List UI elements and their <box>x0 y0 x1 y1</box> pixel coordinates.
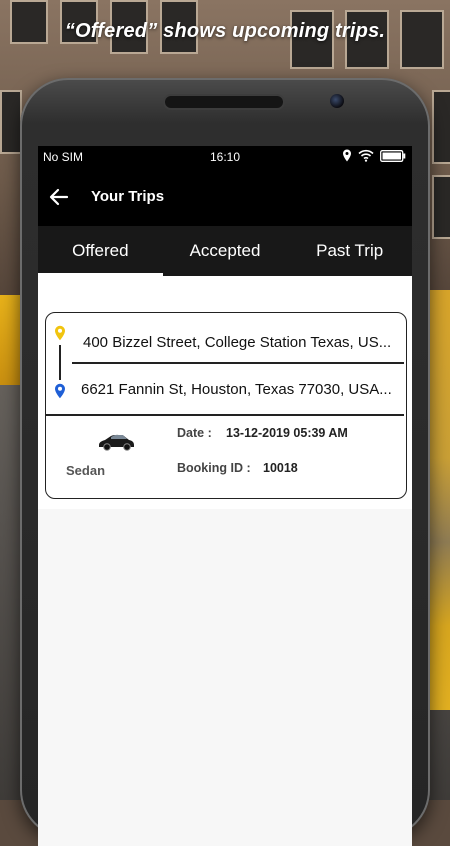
carrier-label: No SIM <box>43 150 84 164</box>
phone-speaker <box>165 96 283 108</box>
route-connector <box>59 345 61 380</box>
details-divider <box>46 414 404 416</box>
tab-accepted[interactable]: Accepted <box>163 226 288 276</box>
clock: 16:10 <box>210 150 241 164</box>
app-screen: No SIM 16:10 Your Trips Offered Accepted… <box>38 146 412 846</box>
dropoff-address: 6621 Fannin St, Houston, Texas 77030, US… <box>81 381 392 398</box>
page-title: Your Trips <box>91 188 165 205</box>
booking-id-label: Booking ID : <box>177 461 251 475</box>
trip-list: 400 Bizzel Street, College Station Texas… <box>38 276 412 846</box>
sedan-car-icon <box>99 434 134 451</box>
back-arrow-icon[interactable] <box>46 184 72 210</box>
date-label: Date : <box>177 426 212 440</box>
trip-tabs: Offered Accepted Past Trip <box>38 226 412 276</box>
wifi-icon <box>358 149 374 162</box>
tab-offered[interactable]: Offered <box>38 226 163 276</box>
promo-caption: “Offered” shows upcoming trips. <box>64 20 386 42</box>
phone-frame: No SIM 16:10 Your Trips Offered Accepted… <box>20 78 430 846</box>
date-value: 13-12-2019 05:39 AM <box>226 426 348 440</box>
list-background <box>38 509 412 846</box>
phone-camera <box>330 94 344 108</box>
address-divider <box>72 362 404 364</box>
location-icon <box>343 149 351 162</box>
booking-id-value: 10018 <box>263 461 298 475</box>
battery-icon <box>380 149 406 162</box>
trip-card[interactable]: 400 Bizzel Street, College Station Texas… <box>45 312 407 499</box>
status-bar: No SIM 16:10 <box>38 146 412 168</box>
app-bar: Your Trips <box>38 168 412 226</box>
dropoff-pin-icon <box>55 383 65 399</box>
pickup-pin-icon <box>55 325 65 341</box>
pickup-address: 400 Bizzel Street, College Station Texas… <box>83 334 392 351</box>
vehicle-type: Sedan <box>66 463 106 478</box>
tab-past-trip[interactable]: Past Trip <box>287 226 412 276</box>
status-icons <box>342 149 406 162</box>
